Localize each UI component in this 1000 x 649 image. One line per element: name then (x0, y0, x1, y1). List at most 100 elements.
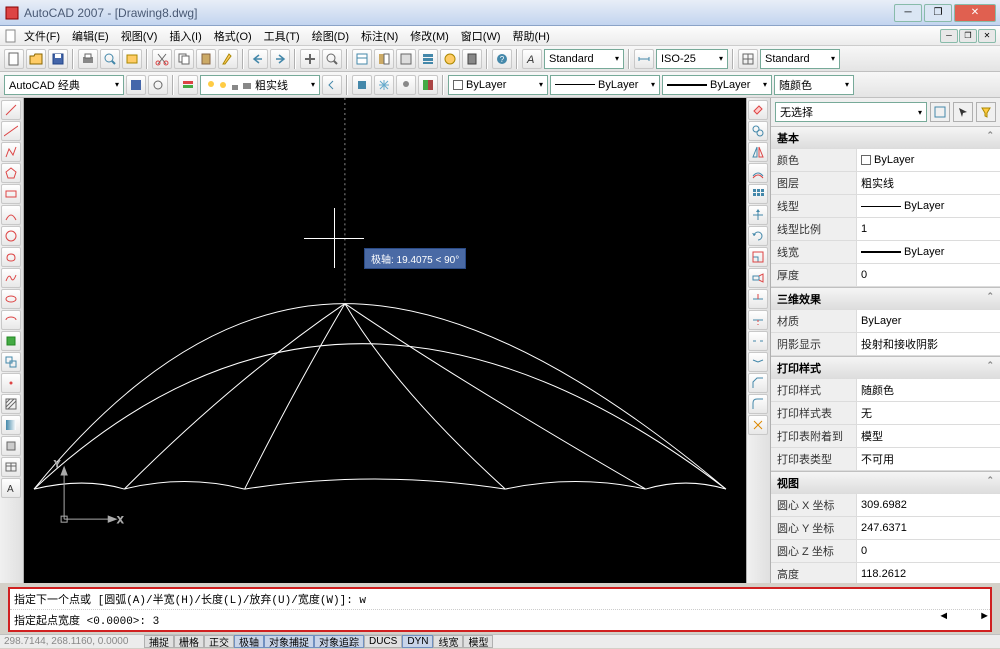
chamfer-tool[interactable] (748, 373, 768, 393)
redo-button[interactable] (270, 49, 290, 69)
scale-tool[interactable] (748, 247, 768, 267)
undo-button[interactable] (248, 49, 268, 69)
mdi-min[interactable]: ─ (940, 29, 958, 43)
table-style-icon[interactable] (738, 49, 758, 69)
menu-edit[interactable]: 编辑(E) (66, 26, 115, 46)
selection-combo[interactable]: 无选择▾ (775, 102, 927, 122)
line-tool[interactable] (1, 100, 21, 120)
prop-value[interactable]: 0 (856, 264, 1000, 286)
prop-value[interactable]: 118.2612 (856, 563, 1000, 583)
menu-file[interactable]: 文件(F) (18, 26, 66, 46)
layer-prop-button[interactable] (178, 75, 198, 95)
open-button[interactable] (26, 49, 46, 69)
prop-value[interactable]: 0 (856, 540, 1000, 562)
break-tool[interactable] (748, 331, 768, 351)
mdi-close[interactable]: ✕ (978, 29, 996, 43)
prop-value[interactable]: 投射和接收阴影 (856, 333, 1000, 355)
maximize-button[interactable]: ❐ (924, 4, 952, 22)
cmd-scroll-right[interactable]: ► (979, 610, 990, 630)
layer-match-button[interactable] (418, 75, 438, 95)
ws-save-button[interactable] (126, 75, 146, 95)
status-toggle-栅格[interactable]: 栅格 (174, 635, 204, 648)
xline-tool[interactable] (1, 121, 21, 141)
copy-button[interactable] (174, 49, 194, 69)
block-tool[interactable] (1, 352, 21, 372)
drawing-canvas[interactable]: Y X 极轴: 19.4075 < 90° (24, 98, 746, 583)
ssm-button[interactable] (418, 49, 438, 69)
layer-freeze-button[interactable] (374, 75, 394, 95)
workspace-combo[interactable]: AutoCAD 经典▾ (4, 75, 124, 95)
ellipsearc-tool[interactable] (1, 310, 21, 330)
prop-value[interactable]: 247.6371 (856, 517, 1000, 539)
menu-format[interactable]: 格式(O) (208, 26, 258, 46)
status-toggle-极轴[interactable]: 极轴 (234, 635, 264, 648)
point-tool[interactable] (1, 373, 21, 393)
rotate-tool[interactable] (748, 226, 768, 246)
prop-value[interactable]: 无 (856, 402, 1000, 424)
fillet-tool[interactable] (748, 394, 768, 414)
calc-button[interactable] (462, 49, 482, 69)
command-window[interactable]: 指定下一个点或 [圆弧(A)/半宽(H)/长度(L)/放弃(U)/宽度(W)]:… (8, 587, 992, 632)
linetype-combo[interactable]: ByLayer▾ (550, 75, 660, 95)
hatch-tool[interactable] (1, 394, 21, 414)
ellipse-tool[interactable] (1, 289, 21, 309)
prop-value[interactable]: 309.6982 (856, 494, 1000, 516)
lineweight-combo[interactable]: ByLayer▾ (662, 75, 772, 95)
close-button[interactable]: ✕ (954, 4, 996, 22)
help-button[interactable]: ? (492, 49, 512, 69)
mdi-restore[interactable]: ❐ (959, 29, 977, 43)
mtext-tool[interactable]: A (1, 478, 21, 498)
menu-window[interactable]: 窗口(W) (455, 26, 507, 46)
pan-button[interactable] (300, 49, 320, 69)
props-group-header[interactable]: 基本⌃ (771, 126, 1000, 149)
menu-tools[interactable]: 工具(T) (258, 26, 306, 46)
text-style-icon[interactable]: A (522, 49, 542, 69)
dim-style-icon[interactable] (634, 49, 654, 69)
prop-value[interactable]: 模型 (856, 425, 1000, 447)
color-combo[interactable]: ByLayer▾ (448, 75, 548, 95)
menu-dim[interactable]: 标注(N) (355, 26, 404, 46)
prop-value[interactable]: ByLayer (856, 310, 1000, 332)
region-tool[interactable] (1, 436, 21, 456)
prop-value[interactable]: ByLayer (856, 195, 1000, 217)
dc-button[interactable] (374, 49, 394, 69)
circle-tool[interactable] (1, 226, 21, 246)
status-toggle-捕捉[interactable]: 捕捉 (144, 635, 174, 648)
erase-tool[interactable] (748, 100, 768, 120)
menu-draw[interactable]: 绘图(D) (306, 26, 355, 46)
paste-button[interactable] (196, 49, 216, 69)
move-tool[interactable] (748, 205, 768, 225)
menu-insert[interactable]: 插入(I) (163, 26, 207, 46)
select-objects-button[interactable] (953, 102, 973, 122)
menu-help[interactable]: 帮助(H) (507, 26, 556, 46)
table-style-combo[interactable]: Standard▾ (760, 49, 840, 69)
quick-select-button[interactable] (976, 102, 996, 122)
props-group-header[interactable]: 视图⌃ (771, 471, 1000, 494)
layer-iso-button[interactable] (352, 75, 372, 95)
layer-off-button[interactable] (396, 75, 416, 95)
prop-value[interactable]: 随颜色 (856, 379, 1000, 401)
rect-tool[interactable] (1, 184, 21, 204)
layer-prev-button[interactable] (322, 75, 342, 95)
tp-button[interactable] (396, 49, 416, 69)
dim-style-combo[interactable]: ISO-25▾ (656, 49, 728, 69)
status-toggle-DYN[interactable]: DYN (402, 635, 433, 648)
extend-tool[interactable] (748, 310, 768, 330)
new-button[interactable] (4, 49, 24, 69)
array-tool[interactable] (748, 184, 768, 204)
table-tool[interactable] (1, 457, 21, 477)
preview-button[interactable] (100, 49, 120, 69)
text-style-combo[interactable]: Standard▾ (544, 49, 624, 69)
toggle-pick-button[interactable] (930, 102, 950, 122)
status-toggle-对象捕捉[interactable]: 对象捕捉 (264, 635, 314, 648)
minimize-button[interactable]: ─ (894, 4, 922, 22)
spline-tool[interactable] (1, 268, 21, 288)
menu-modify[interactable]: 修改(M) (404, 26, 455, 46)
zoom-button[interactable] (322, 49, 342, 69)
mirror-tool[interactable] (748, 142, 768, 162)
pline-tool[interactable] (1, 142, 21, 162)
cut-button[interactable] (152, 49, 172, 69)
status-toggle-模型[interactable]: 模型 (463, 635, 493, 648)
prop-value[interactable]: 不可用 (856, 448, 1000, 470)
trim-tool[interactable] (748, 289, 768, 309)
